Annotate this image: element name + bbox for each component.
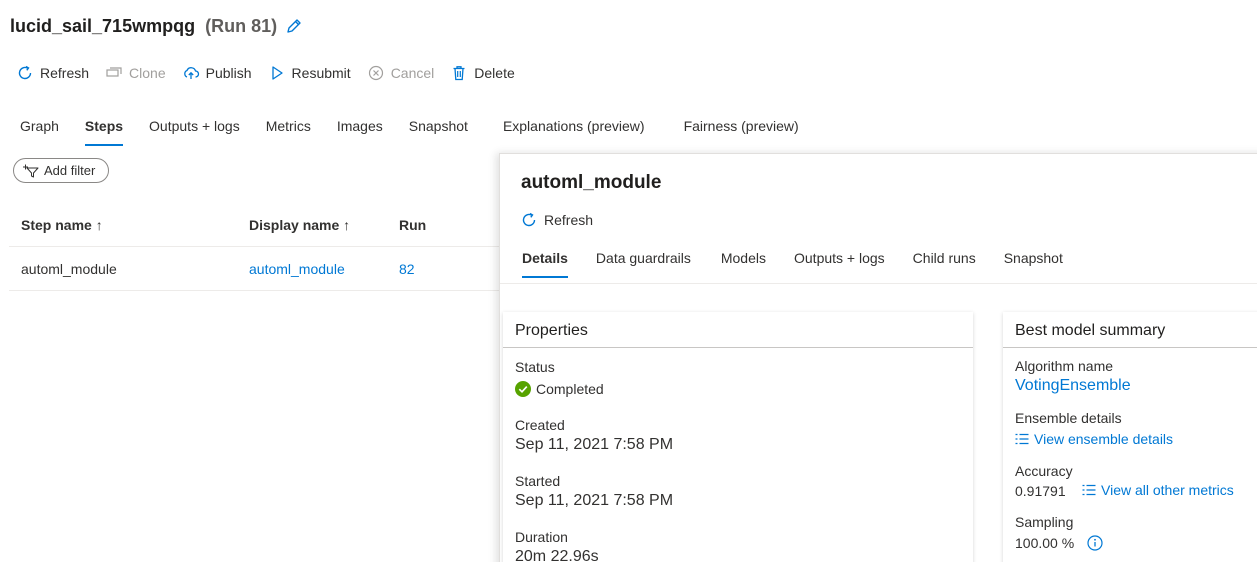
started-value: Sep 11, 2021 7:58 PM bbox=[515, 492, 674, 509]
view-ensemble-details-text: View ensemble details bbox=[1034, 431, 1174, 447]
accuracy-value: 0.91791 bbox=[1015, 483, 1066, 499]
panel-tabs: Details Data guardrails Models Outputs +… bbox=[522, 244, 1091, 280]
filter-icon bbox=[22, 164, 40, 178]
table-row[interactable]: automl_module automl_module 82 bbox=[9, 247, 509, 291]
view-all-metrics-text: View all other metrics bbox=[1101, 482, 1234, 498]
tab-divider bbox=[500, 283, 1257, 284]
tab-graph[interactable]: Graph bbox=[20, 112, 59, 146]
trash-icon bbox=[450, 64, 468, 82]
cell-display-name-link[interactable]: automl_module bbox=[249, 261, 399, 277]
properties-header: Properties bbox=[503, 312, 973, 348]
info-icon[interactable] bbox=[1087, 535, 1103, 551]
tab-panel-outputs-logs[interactable]: Outputs + logs bbox=[794, 244, 885, 278]
publish-label: Publish bbox=[205, 65, 252, 81]
delete-button[interactable]: Delete bbox=[450, 64, 515, 82]
refresh-icon bbox=[520, 211, 538, 229]
status-label: Status bbox=[515, 359, 555, 375]
ensemble-details-label: Ensemble details bbox=[1015, 410, 1122, 426]
cancel-label: Cancel bbox=[390, 65, 435, 81]
tab-child-runs[interactable]: Child runs bbox=[913, 244, 976, 278]
cancel-button[interactable]: Cancel bbox=[367, 64, 435, 82]
accuracy-label: Accuracy bbox=[1015, 463, 1073, 479]
clone-icon bbox=[105, 64, 123, 82]
run-name: lucid_sail_715wmpqg bbox=[10, 15, 196, 36]
view-all-metrics-link[interactable]: View all other metrics bbox=[1082, 482, 1234, 498]
steps-table-header: Step name ↑ Display name ↑ Run bbox=[9, 203, 509, 247]
panel-refresh-label: Refresh bbox=[544, 212, 594, 228]
add-filter-button[interactable]: Add filter bbox=[13, 158, 109, 183]
duration-value: 20m 22.96s bbox=[515, 548, 599, 562]
tab-outputs-logs[interactable]: Outputs + logs bbox=[149, 112, 240, 146]
play-icon bbox=[268, 64, 286, 82]
step-details-panel: automl_module Refresh Details Data guard… bbox=[499, 153, 1257, 562]
view-ensemble-details-link[interactable]: View ensemble details bbox=[1015, 431, 1173, 447]
add-filter-label: Add filter bbox=[44, 163, 96, 178]
algorithm-link[interactable]: VotingEnsemble bbox=[1015, 377, 1131, 395]
tab-images[interactable]: Images bbox=[337, 112, 383, 146]
duration-label: Duration bbox=[515, 529, 568, 545]
cloud-upload-icon bbox=[182, 64, 200, 82]
steps-table: Step name ↑ Display name ↑ Run automl_mo… bbox=[9, 203, 509, 291]
tab-snapshot[interactable]: Snapshot bbox=[409, 112, 468, 146]
check-circle-icon bbox=[515, 381, 531, 397]
created-label: Created bbox=[515, 417, 565, 433]
list-icon bbox=[1082, 484, 1096, 496]
cell-step-name: automl_module bbox=[21, 260, 117, 277]
panel-title: automl_module bbox=[521, 172, 662, 193]
list-icon bbox=[1015, 433, 1029, 445]
refresh-label: Refresh bbox=[40, 65, 90, 81]
tab-metrics[interactable]: Metrics bbox=[266, 112, 311, 146]
cell-run-link[interactable]: 82 bbox=[399, 261, 499, 277]
clone-button[interactable]: Clone bbox=[105, 64, 166, 82]
sampling-value: 100.00 % bbox=[1015, 535, 1075, 551]
tab-details[interactable]: Details bbox=[522, 244, 568, 278]
tab-models[interactable]: Models bbox=[721, 244, 766, 278]
resubmit-label: Resubmit bbox=[291, 65, 351, 81]
publish-button[interactable]: Publish bbox=[182, 64, 252, 82]
tab-data-guardrails[interactable]: Data guardrails bbox=[596, 244, 691, 278]
algorithm-label: Algorithm name bbox=[1015, 358, 1114, 374]
tab-steps[interactable]: Steps bbox=[84, 112, 124, 146]
column-header-run[interactable]: Run bbox=[399, 217, 499, 233]
clone-label: Clone bbox=[129, 65, 166, 81]
properties-card: Properties Status Completed Created Sep … bbox=[503, 312, 973, 562]
panel-refresh-button[interactable]: Refresh bbox=[520, 211, 593, 229]
started-label: Started bbox=[515, 473, 561, 489]
run-tabs: Graph Steps Outputs + logs Metrics Image… bbox=[20, 112, 825, 148]
status-value-text: Completed bbox=[536, 381, 604, 397]
tab-panel-snapshot[interactable]: Snapshot bbox=[1004, 244, 1063, 278]
delete-label: Delete bbox=[474, 65, 515, 81]
refresh-button[interactable]: Refresh bbox=[16, 64, 89, 82]
pencil-icon[interactable] bbox=[285, 17, 303, 35]
run-id: (Run 81) bbox=[205, 15, 278, 36]
column-header-step-name[interactable]: Step name ↑ bbox=[9, 217, 249, 233]
best-model-summary-card: Best model summary Algorithm name Voting… bbox=[1003, 312, 1257, 562]
status-value: Completed bbox=[515, 381, 604, 397]
tab-explanations[interactable]: Explanations (preview) bbox=[503, 112, 645, 146]
resubmit-button[interactable]: Resubmit bbox=[268, 64, 351, 82]
cancel-icon bbox=[367, 64, 385, 82]
title-row: lucid_sail_715wmpqg (Run 81) bbox=[10, 14, 303, 38]
sampling-label: Sampling bbox=[1015, 514, 1074, 530]
column-header-display-name[interactable]: Display name ↑ bbox=[249, 217, 399, 233]
best-model-header: Best model summary bbox=[1003, 312, 1257, 348]
toolbar: Refresh Clone Publish Resubmit Cancel De… bbox=[16, 62, 531, 84]
refresh-icon bbox=[16, 64, 34, 82]
created-value: Sep 11, 2021 7:58 PM bbox=[515, 436, 674, 453]
tab-fairness[interactable]: Fairness (preview) bbox=[684, 112, 799, 146]
